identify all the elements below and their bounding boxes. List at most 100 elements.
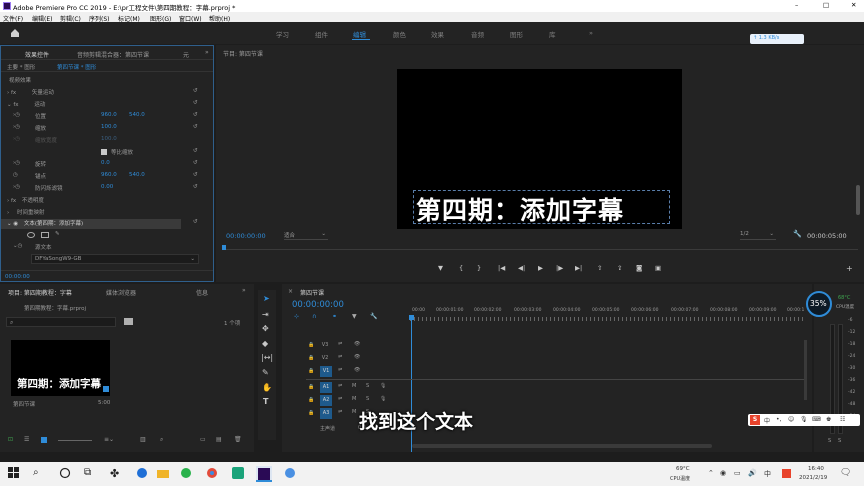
effect-row-motion[interactable]: ⌄ fx 运动 ↺ (1, 100, 213, 110)
reset-icon[interactable]: ↺ (193, 160, 198, 166)
program-monitor-title[interactable]: 节目: 第四节课 (223, 49, 263, 58)
sync-lock-icon[interactable]: ⇌ (338, 409, 342, 415)
extract-button[interactable]: ⇪ (617, 264, 622, 272)
sync-lock-icon[interactable]: ⇌ (338, 367, 342, 373)
type-tool-icon[interactable]: T (263, 397, 268, 406)
clock-time[interactable]: 16:40 (808, 466, 824, 472)
resolution-dropdown[interactable]: 1/2 ⌄ (740, 231, 776, 240)
step-forward-button[interactable]: |▶ (556, 264, 563, 272)
param-position[interactable]: ›◷ 位置 960.0 540.0 ↺ (1, 112, 213, 122)
param-value[interactable]: 960.0 (101, 112, 117, 118)
workspace-learn[interactable]: 学习 (276, 29, 289, 39)
project-search-input[interactable]: ⌕ (6, 317, 116, 327)
razor-tool-icon[interactable]: ◆ (262, 339, 268, 348)
volume-icon[interactable]: 🔊 (748, 469, 757, 477)
mute-button[interactable]: M (352, 383, 356, 389)
clock-date[interactable]: 2021/2/19 (799, 475, 827, 481)
stopwatch-icon[interactable]: ›◷ (13, 160, 20, 166)
project-item-name[interactable]: 第四节课 (13, 400, 35, 408)
workspace-effects[interactable]: 效果 (431, 29, 444, 39)
step-back-button[interactable]: ◀| (518, 264, 525, 272)
slip-tool-icon[interactable]: |↔| (261, 353, 273, 362)
reset-icon[interactable]: ↺ (193, 148, 198, 154)
effect-row-text[interactable]: ⌄ ◉ 文本(第四期：添加字幕) (1, 219, 181, 229)
lock-icon[interactable]: 🔒 (308, 384, 314, 390)
tab-effect-controls[interactable]: 效果控件 (25, 50, 49, 59)
track-label[interactable]: V2 (320, 355, 330, 361)
timeline-v-scrollbar[interactable] (804, 340, 807, 400)
sync-lock-icon[interactable]: ⇌ (338, 396, 342, 402)
microphone-icon[interactable]: 🎙 (380, 383, 386, 389)
track-select-tool-icon[interactable]: ⇥ (262, 310, 269, 319)
green-app-icon[interactable] (232, 467, 246, 481)
tab-media-browser[interactable]: 媒体浏览器 (106, 288, 136, 297)
edge-browser-icon[interactable] (136, 467, 150, 481)
param-value[interactable]: 960.0 (101, 172, 117, 178)
stopwatch-icon[interactable]: ›◷ (13, 112, 20, 118)
timeline-timecode[interactable]: 00:00:00:00 (292, 300, 344, 310)
lock-icon[interactable]: 🔒 (308, 355, 314, 361)
close-button[interactable]: ✕ (851, 1, 856, 9)
ellipse-mask-icon[interactable] (27, 232, 35, 238)
effect-row-opacity[interactable]: › fx 不透明度 (1, 196, 213, 206)
playhead-handle[interactable] (409, 315, 414, 320)
snap-icon[interactable]: ∩ (312, 313, 316, 320)
chrome-icon[interactable] (206, 467, 220, 481)
ime-keyboard-icon[interactable]: ⌨ (812, 416, 821, 423)
effect-timecode[interactable]: 00:00:00 (5, 274, 30, 280)
lock-icon[interactable]: 🔒 (308, 342, 314, 348)
monitor-scrollbar[interactable] (856, 185, 860, 215)
param-value[interactable]: 0.0 (101, 160, 110, 166)
ripple-edit-tool-icon[interactable]: ✥ (262, 324, 269, 333)
search-icon[interactable]: ⌕ (33, 467, 47, 481)
sogou-tray-icon[interactable] (782, 469, 791, 478)
microphone-icon[interactable]: 🎙 (380, 396, 386, 402)
reset-icon[interactable]: ↺ (193, 172, 198, 178)
solo-button[interactable]: S (366, 383, 369, 389)
maximize-button[interactable]: □ (823, 1, 829, 9)
sync-lock-icon[interactable]: ⇌ (338, 341, 342, 347)
stopwatch-icon[interactable]: ›◷ (13, 124, 20, 130)
project-item-thumbnail[interactable]: 第四期：添加字幕 (11, 340, 110, 396)
param-value[interactable]: 540.0 (129, 112, 145, 118)
pen-tool-icon[interactable]: ✎ (262, 368, 269, 377)
track-label[interactable]: A3 (320, 408, 332, 419)
new-bin-footer-icon[interactable]: ▭ (200, 436, 206, 443)
lift-button[interactable]: ⇧ (597, 264, 602, 272)
tab-project[interactable]: 项目: 第四期教程：字幕 (8, 288, 72, 297)
source-clip-label[interactable]: 主要 * 图形 (7, 63, 35, 71)
windows-start-icon[interactable] (8, 467, 22, 481)
add-button-icon[interactable]: + (846, 264, 853, 273)
param-source-text[interactable]: ⌄◷ 源文本 (1, 243, 213, 253)
reset-icon[interactable]: ↺ (193, 100, 198, 106)
timeline-tab[interactable]: 第四节课 (300, 288, 324, 297)
linked-selection-icon[interactable]: ⚭ (332, 313, 337, 320)
program-scrub-bar[interactable] (222, 245, 858, 250)
baidu-netdisk-icon[interactable] (284, 467, 298, 481)
ime-menu-icon[interactable]: ☷ (840, 416, 845, 423)
lock-icon[interactable]: 🔒 (308, 410, 314, 416)
eye-icon[interactable]: 👁 (354, 354, 360, 360)
home-icon[interactable] (10, 28, 20, 38)
add-marker-icon[interactable]: ▼ (352, 313, 357, 320)
timeline-h-scrollbar[interactable] (412, 444, 712, 448)
stopwatch-icon[interactable]: ⌄◷ (13, 243, 22, 249)
list-view-icon[interactable]: ☰ (24, 436, 29, 443)
workspace-graphics[interactable]: 图形 (510, 29, 523, 39)
go-to-in-button[interactable]: |◀ (498, 264, 505, 272)
reset-icon[interactable]: ↺ (193, 112, 198, 118)
ime-emoji-icon[interactable]: ☺ (788, 416, 794, 423)
workspace-audio[interactable]: 音频 (471, 29, 484, 39)
minimize-button[interactable]: – (795, 1, 798, 9)
toggle-icon[interactable]: ⌄ ◉ (7, 221, 18, 227)
panel-expand-icon[interactable]: » (205, 49, 209, 56)
mark-out-button[interactable]: } (477, 264, 481, 272)
sequence-clip-label[interactable]: 第四节课 * 图形 (57, 63, 96, 71)
hand-tool-icon[interactable]: ✋ (262, 383, 272, 392)
tray-app-icon[interactable]: ◉ (720, 469, 726, 477)
more-workspaces-icon[interactable]: » (589, 29, 593, 37)
workspace-color[interactable]: 颜色 (393, 29, 406, 39)
reset-icon[interactable]: ↺ (193, 219, 198, 225)
solo-button[interactable]: S (366, 396, 369, 402)
workspace-assembly[interactable]: 组件 (315, 29, 328, 39)
